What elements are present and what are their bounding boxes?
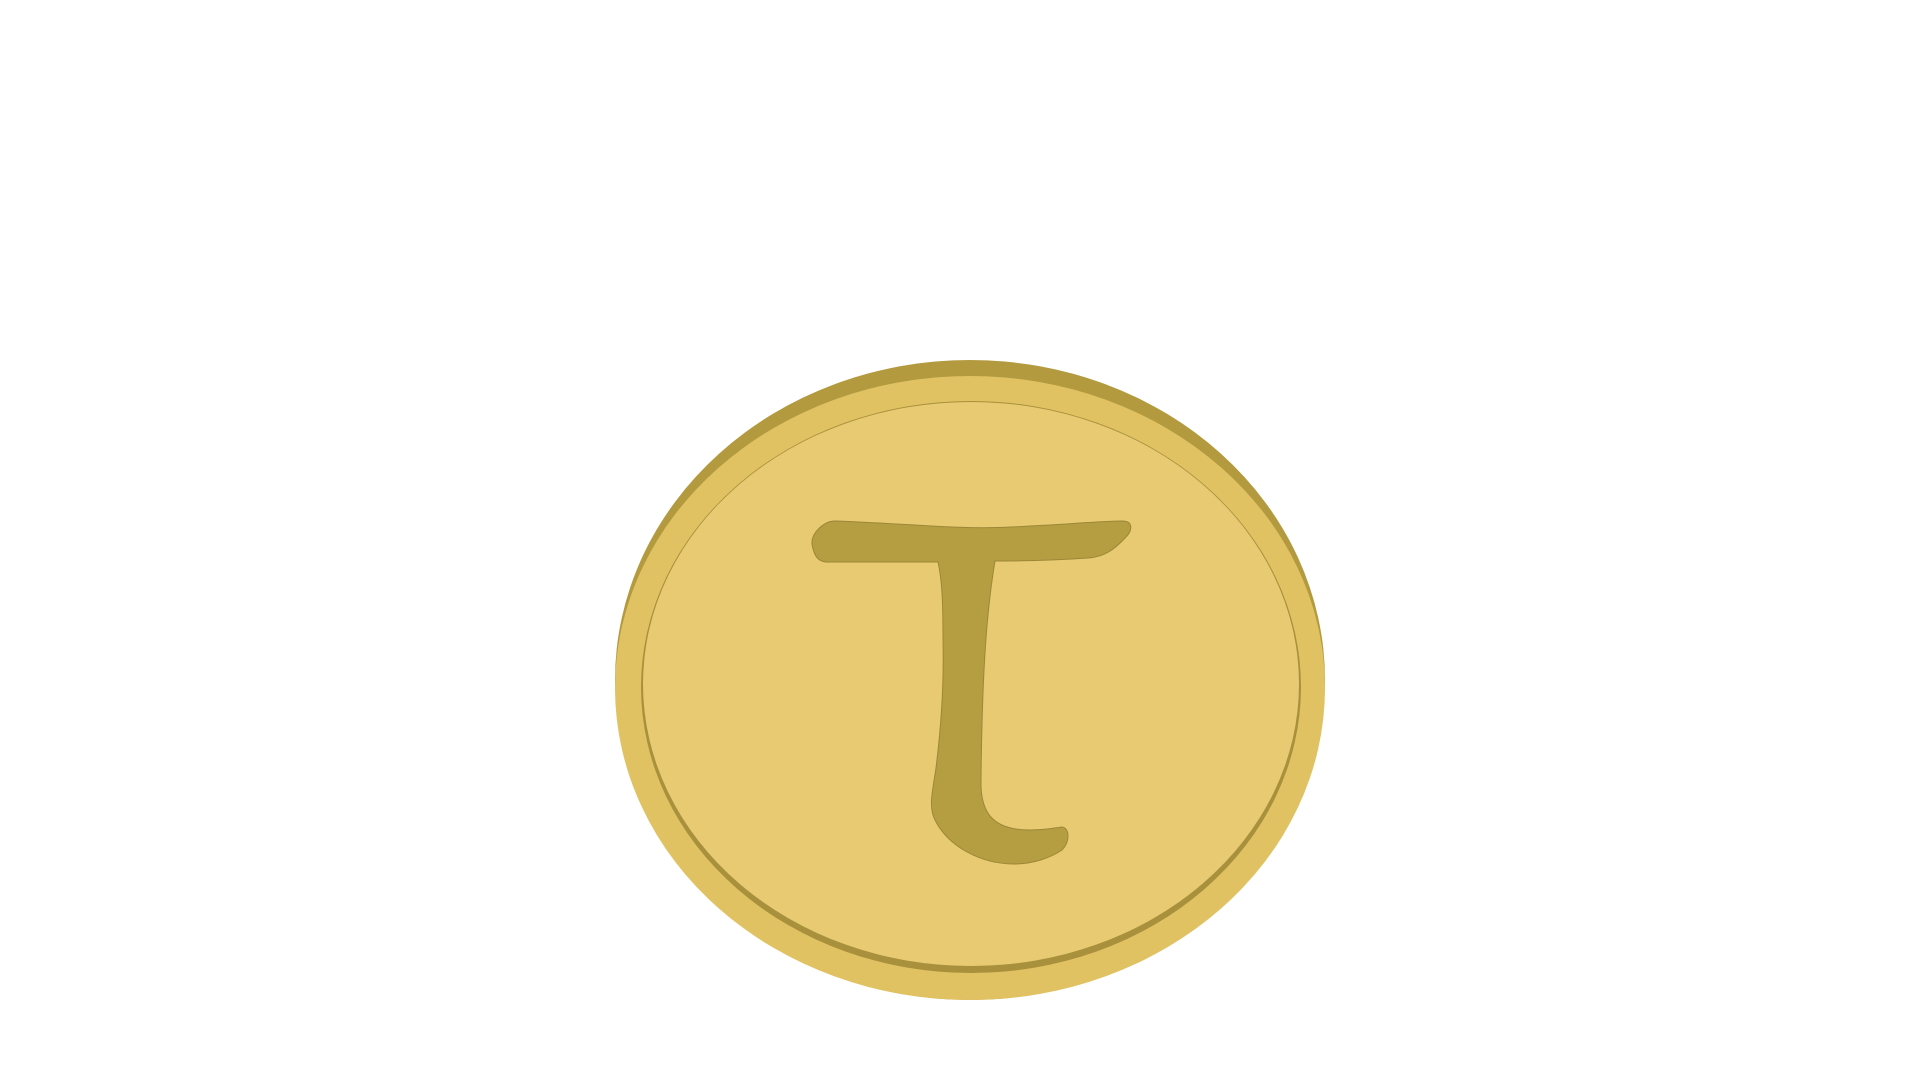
tau-coin-icon xyxy=(615,360,1325,1000)
coin-canvas xyxy=(615,360,1325,1000)
